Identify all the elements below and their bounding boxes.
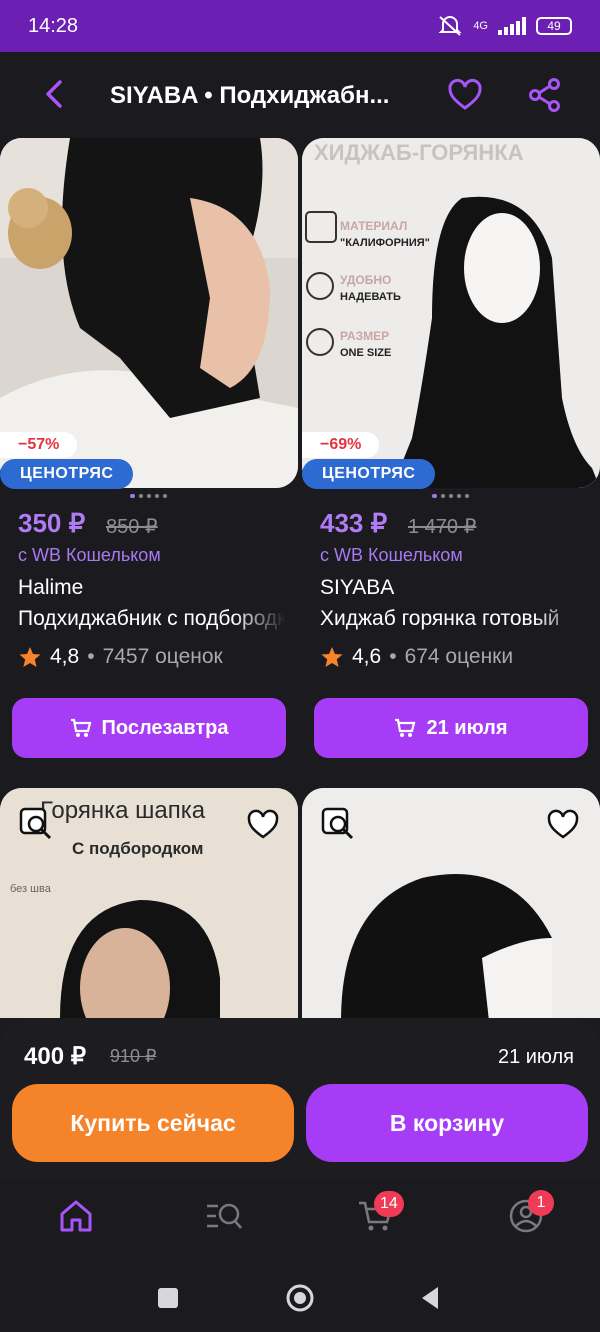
add-to-basket-button[interactable]: В корзину — [306, 1084, 588, 1162]
brand: Halime — [18, 576, 84, 599]
product-card[interactable]: ХИДЖАБ-ГОРЯНКА МАТЕРИАЛ "КАЛИФОРНИЯ" УДО… — [302, 138, 600, 778]
delivery-label: Послезавтра — [101, 716, 229, 739]
delivery-label: 21 июля — [426, 716, 508, 739]
tab-bar: 14 1 — [0, 1178, 600, 1264]
image-pager — [432, 494, 469, 498]
promo-badge: ЦЕНОТРЯС — [302, 459, 436, 489]
product-name: Подхиджабник с подбородком — [18, 607, 286, 630]
home-circle-icon[interactable] — [284, 1282, 316, 1314]
back-icon[interactable] — [36, 76, 72, 112]
price: 350 ₽ — [18, 508, 86, 538]
rating: 4,6 • 674 оценки — [320, 645, 513, 669]
rating-value: 4,6 — [352, 645, 382, 668]
promo-badge: ЦЕНОТРЯС — [0, 459, 134, 489]
top-bar: SIYABA • Подхиджабн... — [0, 52, 600, 138]
rating-separator: • — [87, 645, 95, 668]
size-value: ONE SIZE — [340, 347, 391, 359]
visual-search-icon[interactable] — [18, 806, 54, 842]
catalog-search-icon[interactable] — [204, 1196, 244, 1236]
wallet-note: с WB Кошельком — [18, 545, 161, 565]
material-label: МАТЕРИАЛ — [340, 219, 407, 233]
image-subtitle: С подбородком — [72, 839, 203, 858]
system-nav-bar — [0, 1264, 600, 1332]
price: 433 ₽ — [320, 508, 388, 538]
rating: 4,8 • 7457 оценок — [18, 645, 223, 669]
home-icon[interactable] — [56, 1196, 96, 1236]
sheet-delivery-date: 21 июля — [497, 1046, 574, 1068]
back-triangle-icon[interactable] — [414, 1282, 446, 1314]
buy-now-button[interactable]: Купить сейчас — [12, 1084, 294, 1162]
product-card[interactable] — [302, 788, 600, 1018]
product-card[interactable]: Горянка шапка С подбородком без шва — [0, 788, 298, 1018]
favorite-icon[interactable] — [446, 76, 484, 114]
old-price: 850 ₽ — [106, 516, 158, 538]
share-icon[interactable] — [526, 76, 564, 114]
image-title: Горянка шапка — [40, 797, 206, 824]
wallet-note: с WB Кошельком — [320, 545, 463, 565]
discount-badge: −69% — [302, 432, 380, 458]
discount-badge: −57% — [0, 432, 78, 458]
battery-icon: 49 — [536, 17, 572, 35]
rating-value: 4,8 — [50, 645, 80, 668]
profile-counter: 1 — [528, 1190, 554, 1216]
cart-counter: 14 — [374, 1191, 404, 1217]
purchase-sheet: 400 ₽ 910 ₽ 21 июля Купить сейчас В корз… — [0, 1018, 600, 1178]
old-price: 1 470 ₽ — [408, 516, 477, 538]
visual-search-icon[interactable] — [320, 806, 356, 842]
product-card[interactable]: −57% ЦЕНОТРЯС 350 ₽ 850 ₽ с WB Кошельком… — [0, 138, 298, 778]
sheet-old-price: 910 ₽ — [110, 1046, 157, 1066]
network-type: 4G — [473, 20, 488, 32]
size-label: РАЗМЕР — [340, 329, 389, 343]
banner-text: ХИДЖАБ-ГОРЯНКА — [314, 140, 524, 165]
brand: SIYABA — [320, 576, 395, 599]
sheet-price: 400 ₽ — [24, 1043, 86, 1070]
muted-alarm-icon — [438, 16, 462, 36]
easy-label: УДОБНО — [340, 273, 391, 287]
product-name: Хиджаб горянка готовый — [320, 607, 560, 630]
image-pager — [130, 494, 167, 498]
status-icons: 4G 49 — [437, 15, 572, 37]
recent-apps-icon[interactable] — [152, 1282, 184, 1314]
easy-value: НАДЕВАТЬ — [340, 291, 401, 303]
page-title: SIYABA • Подхиджабн... — [110, 82, 390, 109]
cart-icon — [70, 718, 91, 737]
add-to-cart-button[interactable]: Послезавтра — [12, 698, 286, 758]
favorite-icon[interactable] — [246, 808, 280, 840]
rating-separator: • — [389, 645, 397, 668]
review-count: 7457 оценок — [102, 645, 223, 668]
signal-icon — [498, 17, 526, 35]
status-time: 14:28 — [28, 14, 79, 37]
add-to-cart-button[interactable]: 21 июля — [314, 698, 588, 758]
material-value: "КАЛИФОРНИЯ" — [340, 237, 430, 249]
review-count: 674 оценки — [404, 645, 514, 668]
status-bar: 14:28 4G 49 — [0, 0, 600, 52]
star-icon — [321, 647, 343, 667]
favorite-icon[interactable] — [546, 808, 580, 840]
star-icon — [19, 647, 41, 667]
cart-icon — [395, 718, 416, 737]
image-note: без шва — [10, 883, 52, 895]
product-grid: −57% ЦЕНОТРЯС 350 ₽ 850 ₽ с WB Кошельком… — [0, 138, 600, 1018]
